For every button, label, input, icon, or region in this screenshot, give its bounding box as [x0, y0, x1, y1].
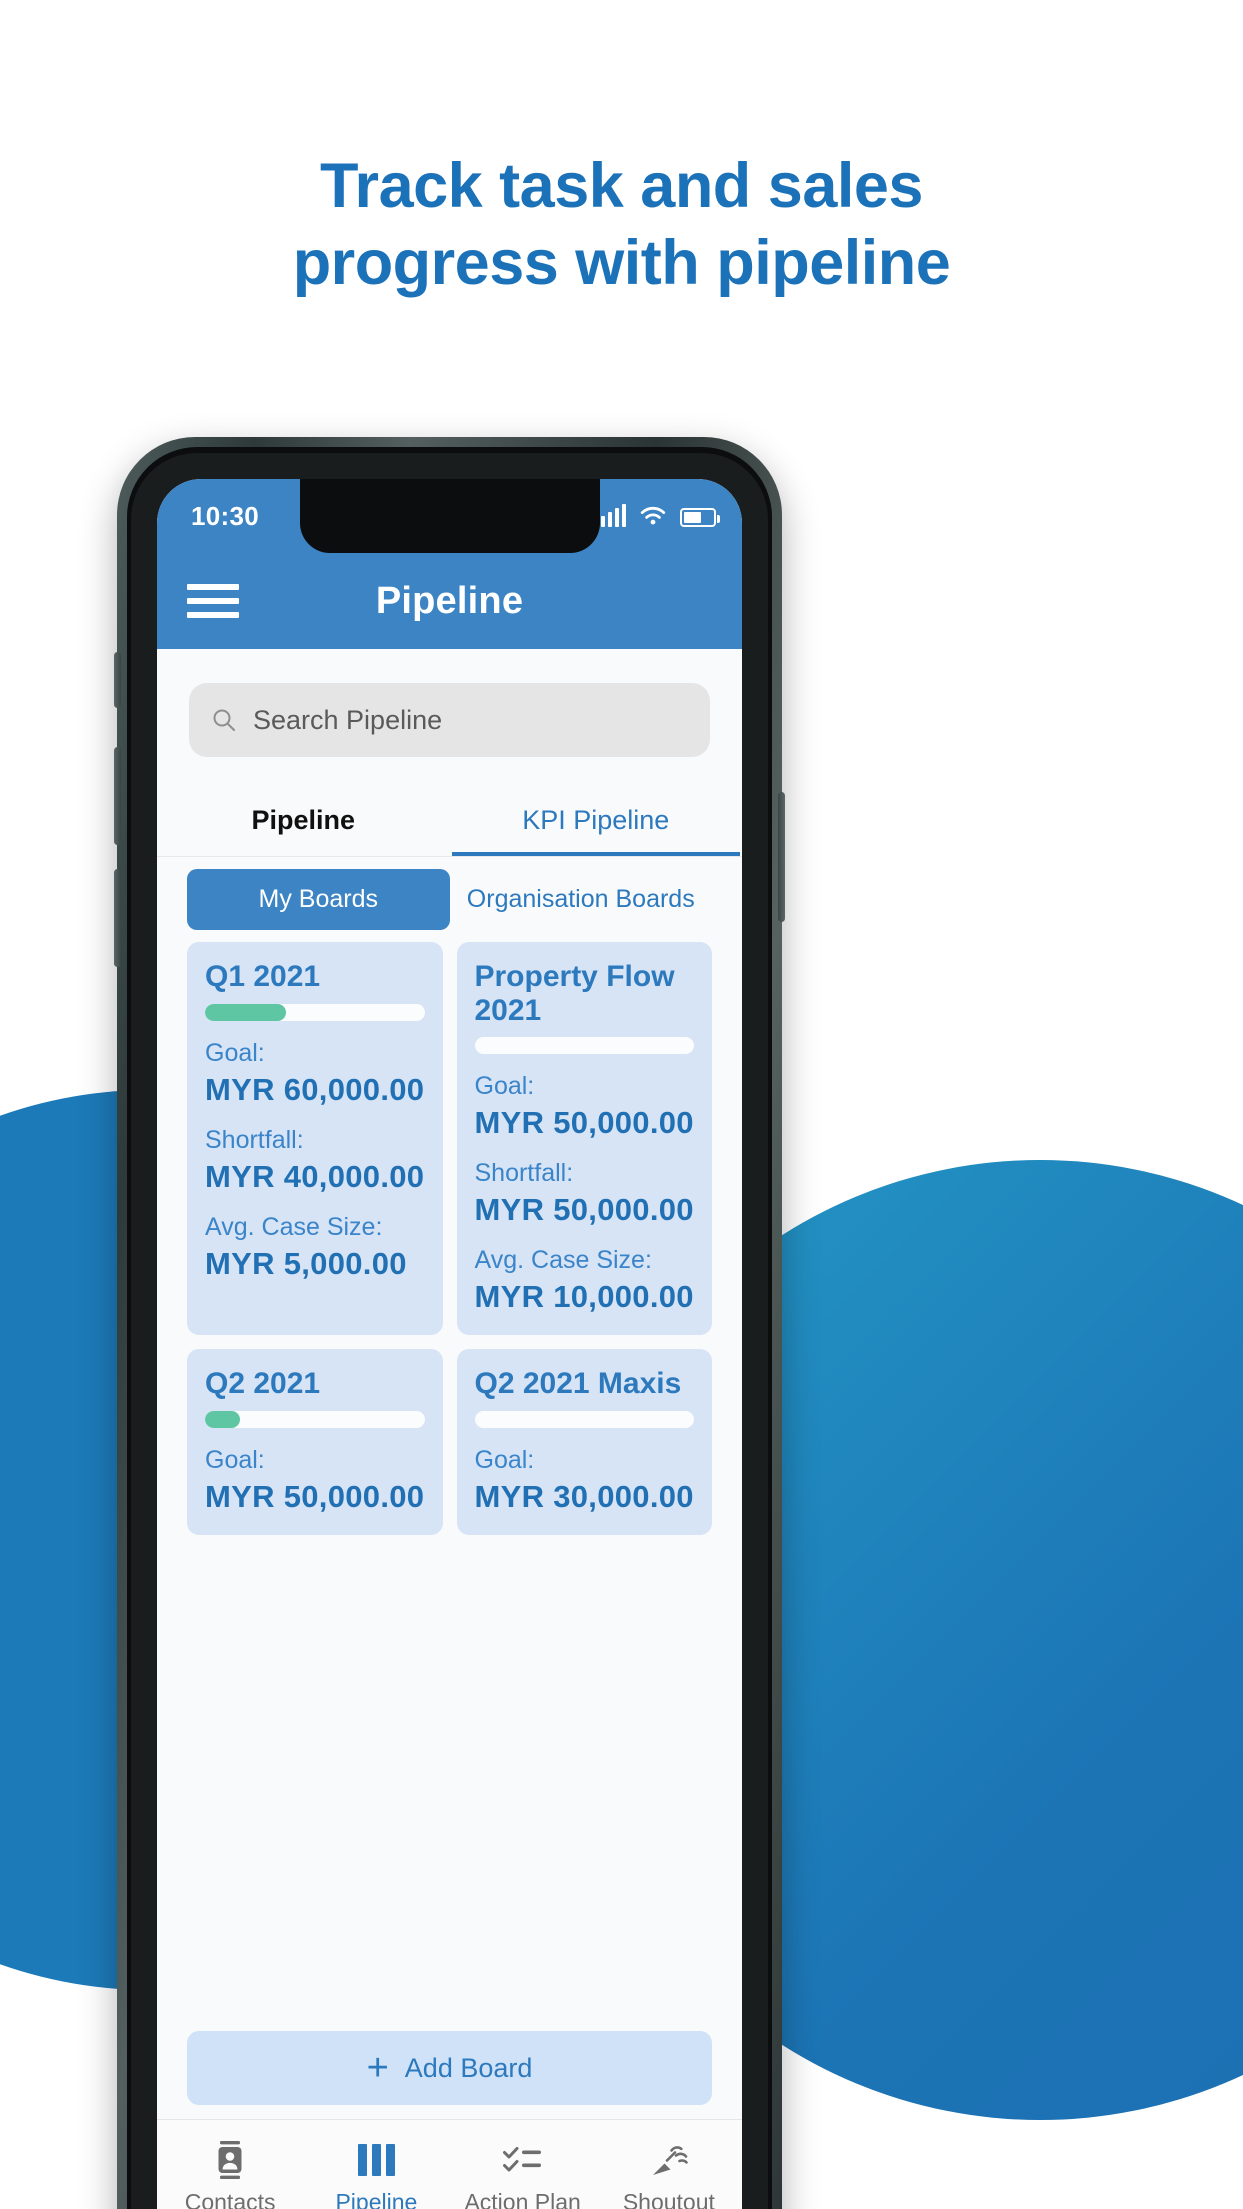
- wifi-icon: [639, 505, 667, 527]
- board-progress-fill: [205, 1003, 287, 1021]
- board-goal: Goal: MYR 30,000.00: [475, 1446, 695, 1515]
- board-goal-label: Goal:: [474, 1072, 535, 1101]
- board-progress-bar: [474, 1410, 694, 1428]
- board-shortfall-label: Shortfall:: [205, 1125, 304, 1154]
- nav-item-pipeline[interactable]: Pipeline: [303, 2141, 449, 2209]
- segment-organisation-boards-label: Organisation Boards: [466, 885, 695, 913]
- headline-line-1: Track task and sales: [320, 151, 923, 221]
- tab-kpi-pipeline[interactable]: KPI Pipeline: [450, 789, 743, 856]
- page-title: Track task and sales progress with pipel…: [0, 148, 1243, 302]
- board-shortfall: Shortfall: MYR 40,000.00: [205, 1126, 425, 1195]
- board-goal-label: Goal:: [205, 1038, 265, 1067]
- phone-mockup: 10:30 Pipeline Search Pipeline Pipeline …: [114, 437, 785, 2209]
- board-progress-bar: [205, 1410, 425, 1428]
- board-goal: Goal: MYR 50,000.00: [205, 1446, 425, 1515]
- board-title: Q2 2021 Maxis: [474, 1367, 682, 1401]
- board-title: Property Flow 2021: [474, 960, 675, 1027]
- app-bar-title: Pipeline: [375, 579, 524, 622]
- status-icons: [594, 504, 720, 527]
- app-bar: Pipeline: [157, 553, 742, 649]
- nav-item-shoutout-label: Shoutout: [622, 2189, 715, 2209]
- nav-item-pipeline-label: Pipeline: [335, 2189, 418, 2209]
- tab-pipeline[interactable]: Pipeline: [157, 789, 450, 856]
- volume-down-button[interactable]: [114, 869, 121, 967]
- board-shortfall-value: MYR 50,000.00: [474, 1192, 694, 1228]
- nav-item-action-plan-label: Action Plan: [464, 2189, 581, 2209]
- board-card[interactable]: Q1 2021 Goal: MYR 60,000.00 Shortfall: M…: [187, 942, 443, 1336]
- battery-icon: [680, 508, 720, 527]
- board-shortfall-value: MYR 40,000.00: [205, 1158, 425, 1194]
- board-avg-case-size-label: Avg. Case Size:: [205, 1212, 383, 1241]
- add-board-button[interactable]: + Add Board: [187, 2031, 712, 2105]
- board-progress-fill: [205, 1410, 241, 1428]
- phone-notch: [299, 479, 600, 553]
- board-card[interactable]: Property Flow 2021 Goal: MYR 50,000.00 S…: [456, 942, 712, 1336]
- board-card[interactable]: Q2 2021 Maxis Goal: MYR 30,000.00: [456, 1349, 712, 1535]
- board-goal-label: Goal:: [205, 1445, 265, 1474]
- segment-my-boards-label: My Boards: [258, 885, 378, 913]
- segment-my-boards[interactable]: My Boards: [187, 869, 450, 930]
- board-avg-case-size-label: Avg. Case Size:: [474, 1246, 652, 1275]
- app-content: Search Pipeline Pipeline KPI Pipeline My…: [157, 649, 742, 2209]
- board-shortfall: Shortfall: MYR 50,000.00: [475, 1159, 695, 1228]
- board-shortfall-label: Shortfall:: [474, 1159, 574, 1188]
- board-goal: Goal: MYR 60,000.00: [205, 1039, 425, 1108]
- board-avg-case-size: Avg. Case Size: MYR 5,000.00: [205, 1213, 425, 1282]
- status-time: 10:30: [191, 500, 259, 531]
- board-title: Q1 2021: [205, 960, 321, 993]
- power-button[interactable]: [778, 792, 785, 922]
- board-goal-value: MYR 30,000.00: [474, 1478, 694, 1514]
- board-scope-segments: My Boards Organisation Boards: [157, 857, 742, 930]
- pipeline-tabs: Pipeline KPI Pipeline: [157, 789, 742, 856]
- search-icon: [211, 707, 237, 733]
- volume-up-button[interactable]: [114, 747, 121, 845]
- plus-icon: +: [366, 2047, 389, 2089]
- board-avg-case-size-value: MYR 10,000.00: [474, 1279, 694, 1315]
- bottom-navigation: Contacts Pipeline Action Plan Shoutout: [157, 2119, 742, 2209]
- board-goal-value: MYR 50,000.00: [205, 1478, 425, 1514]
- board-goal-value: MYR 50,000.00: [474, 1105, 694, 1141]
- contact-card-icon: [215, 2141, 245, 2179]
- nav-item-contacts-label: Contacts: [184, 2189, 276, 2209]
- mute-switch[interactable]: [114, 652, 121, 708]
- search-placeholder: Search Pipeline: [253, 704, 443, 735]
- board-progress-bar: [474, 1037, 694, 1055]
- tab-pipeline-label: Pipeline: [251, 805, 356, 835]
- search-section: Search Pipeline: [157, 649, 742, 757]
- hamburger-menu-icon[interactable]: [187, 584, 239, 618]
- tab-kpi-pipeline-label: KPI Pipeline: [522, 805, 670, 835]
- poster-canvas: Track task and sales progress with pipel…: [0, 0, 1243, 2209]
- board-progress-bar: [205, 1003, 425, 1021]
- checklist-icon: [502, 2141, 543, 2179]
- board-avg-case-size: Avg. Case Size: MYR 10,000.00: [475, 1246, 695, 1315]
- board-goal: Goal: MYR 50,000.00: [475, 1072, 695, 1141]
- add-board-label: Add Board: [404, 2052, 533, 2083]
- pipeline-bars-icon: [357, 2141, 395, 2179]
- megaphone-icon: [650, 2141, 688, 2179]
- board-card[interactable]: Q2 2021 Goal: MYR 50,000.00: [187, 1349, 443, 1535]
- nav-item-action-plan[interactable]: Action Plan: [450, 2141, 596, 2209]
- board-goal-value: MYR 60,000.00: [205, 1071, 425, 1107]
- nav-item-shoutout[interactable]: Shoutout: [596, 2141, 742, 2209]
- board-list: Q1 2021 Goal: MYR 60,000.00 Shortfall: M…: [157, 930, 742, 2015]
- board-avg-case-size-value: MYR 5,000.00: [205, 1245, 407, 1281]
- phone-screen: 10:30 Pipeline Search Pipeline Pipeline …: [157, 479, 742, 2209]
- headline-line-2: progress with pipeline: [292, 227, 951, 298]
- tab-indicator: [451, 852, 740, 856]
- search-input[interactable]: Search Pipeline: [189, 683, 710, 757]
- board-title: Q2 2021: [205, 1367, 321, 1401]
- nav-item-contacts[interactable]: Contacts: [157, 2141, 303, 2209]
- board-goal-label: Goal:: [474, 1445, 535, 1474]
- segment-organisation-boards[interactable]: Organisation Boards: [450, 869, 713, 930]
